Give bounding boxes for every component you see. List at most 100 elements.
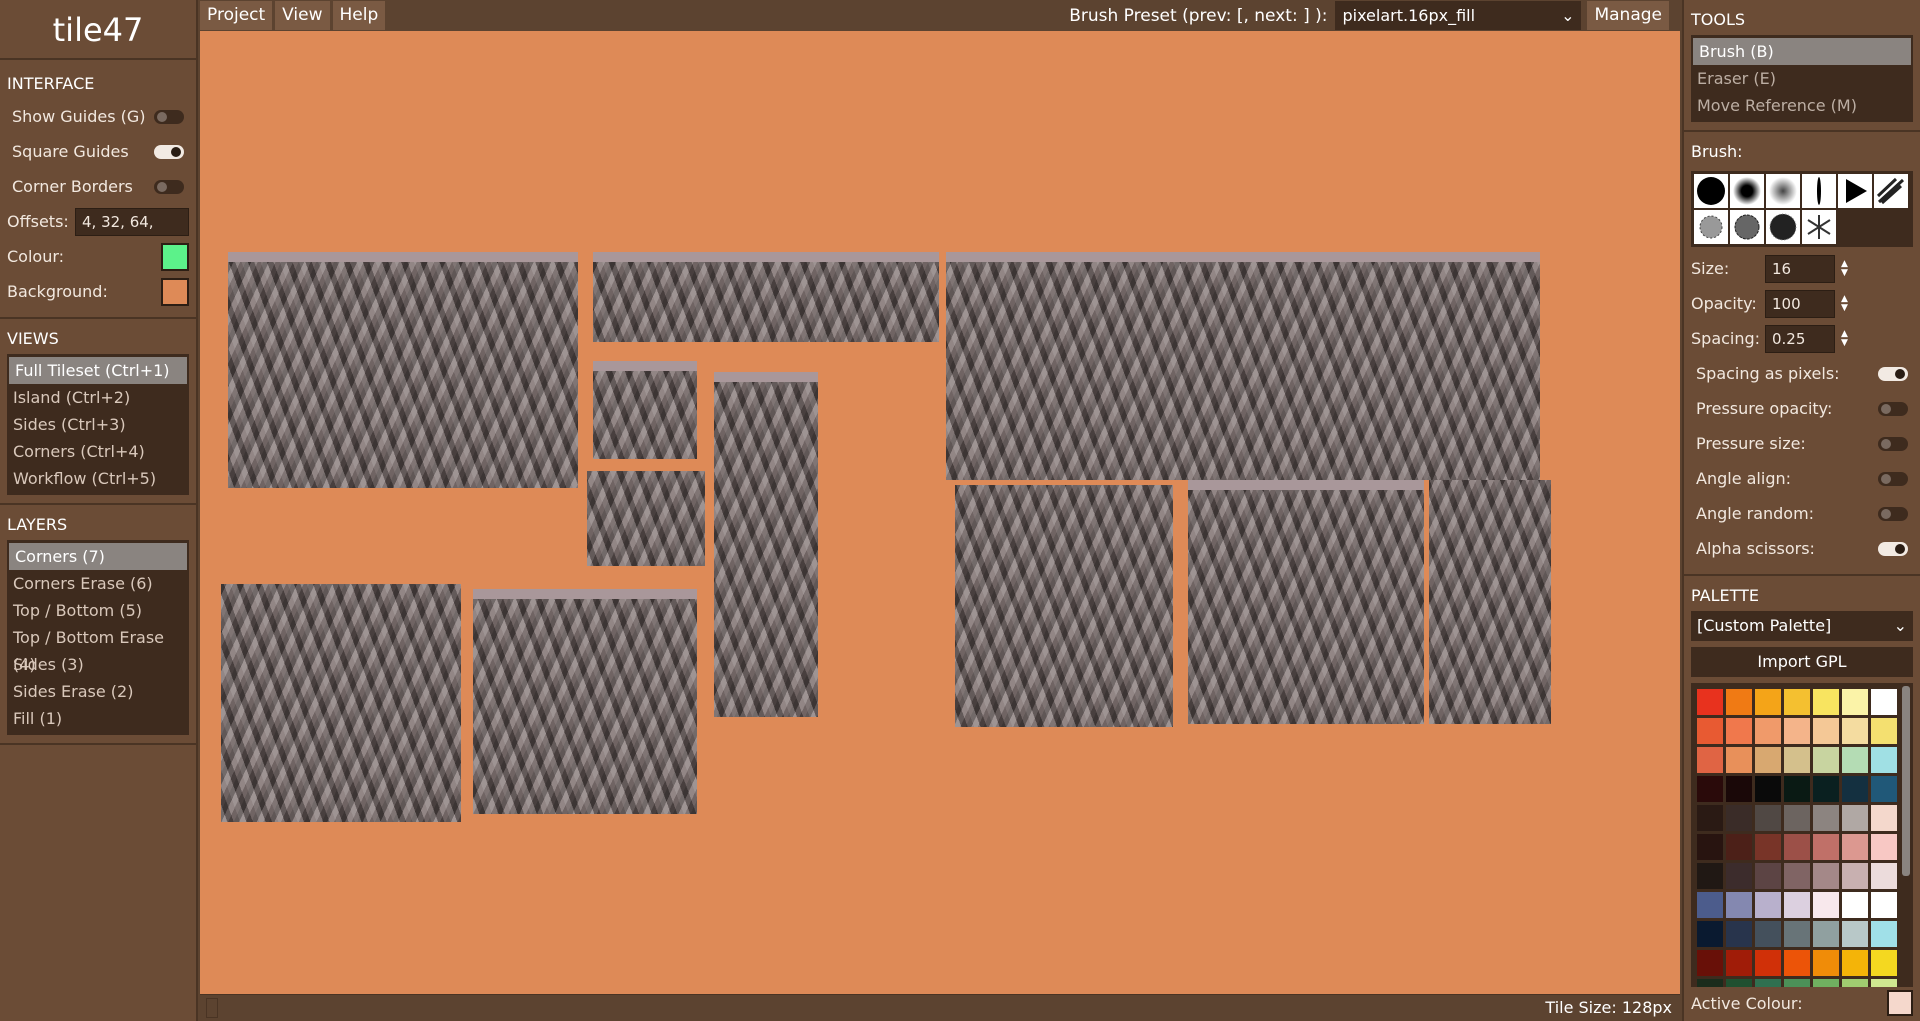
- layer-corners[interactable]: Corners (7): [9, 543, 187, 570]
- palette-colour-swatch[interactable]: [1784, 892, 1810, 918]
- pressure-size-toggle[interactable]: [1878, 436, 1908, 451]
- opacity-stepper-icon[interactable]: ▲ ▼: [1841, 294, 1848, 313]
- brush-texture-3[interactable]: [1730, 210, 1764, 244]
- view-corners[interactable]: Corners (Ctrl+4): [7, 438, 189, 465]
- palette-colour-swatch[interactable]: [1697, 834, 1723, 860]
- palette-colour-swatch[interactable]: [1697, 863, 1723, 889]
- palette-scrollbar[interactable]: [1902, 686, 1910, 876]
- palette-colour-swatch[interactable]: [1726, 718, 1752, 744]
- brush-texture-2[interactable]: [1694, 210, 1728, 244]
- palette-colour-swatch[interactable]: [1871, 689, 1897, 715]
- palette-colour-swatch[interactable]: [1813, 718, 1839, 744]
- palette-colour-swatch[interactable]: [1784, 805, 1810, 831]
- palette-colour-swatch[interactable]: [1755, 805, 1781, 831]
- palette-colour-swatch[interactable]: [1755, 950, 1781, 976]
- tool-move-reference[interactable]: Move Reference (M): [1691, 92, 1913, 119]
- palette-colour-swatch[interactable]: [1755, 718, 1781, 744]
- palette-colour-swatch[interactable]: [1697, 776, 1723, 802]
- palette-colour-swatch[interactable]: [1726, 863, 1752, 889]
- view-workflow[interactable]: Workflow (Ctrl+5): [7, 465, 189, 492]
- layer-corners-erase[interactable]: Corners Erase (6): [7, 570, 189, 597]
- spacing-pixels-toggle[interactable]: [1878, 366, 1908, 381]
- palette-colour-swatch[interactable]: [1813, 776, 1839, 802]
- spacing-input[interactable]: 0.25: [1765, 324, 1835, 353]
- offsets-input[interactable]: 4, 32, 64,: [75, 207, 189, 236]
- palette-colour-swatch[interactable]: [1697, 950, 1723, 976]
- palette-colour-swatch[interactable]: [1813, 892, 1839, 918]
- palette-colour-swatch[interactable]: [1842, 863, 1868, 889]
- palette-colour-swatch[interactable]: [1871, 921, 1897, 947]
- palette-colour-swatch[interactable]: [1726, 747, 1752, 773]
- palette-colour-swatch[interactable]: [1813, 950, 1839, 976]
- palette-colour-swatch[interactable]: [1755, 689, 1781, 715]
- palette-colour-swatch[interactable]: [1784, 747, 1810, 773]
- corner-borders-toggle[interactable]: [154, 179, 184, 194]
- angle-align-toggle[interactable]: [1878, 471, 1908, 486]
- palette-colour-swatch[interactable]: [1726, 776, 1752, 802]
- palette-colour-swatch[interactable]: [1755, 776, 1781, 802]
- palette-colour-swatch[interactable]: [1871, 805, 1897, 831]
- palette-colour-swatch[interactable]: [1784, 921, 1810, 947]
- palette-colour-swatch[interactable]: [1871, 892, 1897, 918]
- brush-preset-dropdown[interactable]: pixelart.16px_fill ⌄: [1335, 1, 1582, 30]
- layer-top-bottom-erase[interactable]: Top / Bottom Erase (4): [7, 624, 189, 674]
- palette-colour-swatch[interactable]: [1697, 718, 1723, 744]
- palette-colour-swatch[interactable]: [1726, 921, 1752, 947]
- layer-top-bottom[interactable]: Top / Bottom (5): [7, 597, 189, 624]
- palette-colour-swatch[interactable]: [1784, 950, 1810, 976]
- palette-colour-swatch[interactable]: [1697, 892, 1723, 918]
- brush-texture-5[interactable]: [1802, 210, 1836, 244]
- palette-colour-swatch[interactable]: [1755, 892, 1781, 918]
- palette-colour-swatch[interactable]: [1813, 689, 1839, 715]
- palette-colour-swatch[interactable]: [1726, 950, 1752, 976]
- brush-round-soft[interactable]: [1730, 174, 1764, 208]
- spacing-stepper-icon[interactable]: ▲ ▼: [1841, 329, 1848, 348]
- palette-colour-swatch[interactable]: [1784, 718, 1810, 744]
- brush-texture-1[interactable]: [1874, 174, 1908, 208]
- palette-colour-swatch[interactable]: [1755, 863, 1781, 889]
- palette-colour-swatch[interactable]: [1871, 950, 1897, 976]
- square-guides-toggle[interactable]: [154, 144, 184, 159]
- palette-colour-swatch[interactable]: [1697, 921, 1723, 947]
- palette-colour-swatch[interactable]: [1842, 834, 1868, 860]
- brush-texture-4[interactable]: [1766, 210, 1800, 244]
- view-island[interactable]: Island (Ctrl+2): [7, 384, 189, 411]
- layer-sides[interactable]: Sides (3): [7, 651, 189, 678]
- show-guides-toggle[interactable]: [154, 109, 184, 124]
- palette-colour-swatch[interactable]: [1697, 689, 1723, 715]
- brush-triangle[interactable]: [1838, 174, 1872, 208]
- tool-eraser[interactable]: Eraser (E): [1691, 65, 1913, 92]
- palette-colour-swatch[interactable]: [1871, 718, 1897, 744]
- palette-colour-swatch[interactable]: [1842, 718, 1868, 744]
- alpha-scissors-toggle[interactable]: [1878, 541, 1908, 556]
- brush-round-hard[interactable]: [1694, 174, 1728, 208]
- palette-dropdown[interactable]: [Custom Palette] ⌄: [1691, 611, 1913, 641]
- view-sides[interactable]: Sides (Ctrl+3): [7, 411, 189, 438]
- palette-colour-swatch[interactable]: [1871, 834, 1897, 860]
- palette-colour-swatch[interactable]: [1813, 921, 1839, 947]
- palette-colour-swatch[interactable]: [1755, 834, 1781, 860]
- palette-colour-swatch[interactable]: [1784, 776, 1810, 802]
- manage-button[interactable]: Manage: [1587, 1, 1669, 30]
- palette-colour-swatch[interactable]: [1726, 892, 1752, 918]
- brush-line[interactable]: [1802, 174, 1836, 208]
- background-colour-swatch[interactable]: [161, 277, 189, 306]
- palette-colour-swatch[interactable]: [1697, 747, 1723, 773]
- opacity-input[interactable]: 100: [1765, 289, 1835, 318]
- palette-colour-swatch[interactable]: [1842, 747, 1868, 773]
- horizontal-scrollbar[interactable]: [206, 998, 218, 1018]
- palette-colour-swatch[interactable]: [1697, 805, 1723, 831]
- pressure-opacity-toggle[interactable]: [1878, 401, 1908, 416]
- active-colour-swatch[interactable]: [1887, 990, 1913, 1016]
- palette-colour-swatch[interactable]: [1871, 747, 1897, 773]
- tool-brush[interactable]: Brush (B): [1693, 38, 1911, 65]
- guide-colour-swatch[interactable]: [161, 242, 189, 271]
- palette-colour-swatch[interactable]: [1726, 689, 1752, 715]
- palette-colour-swatch[interactable]: [1813, 747, 1839, 773]
- angle-random-toggle[interactable]: [1878, 506, 1908, 521]
- palette-colour-swatch[interactable]: [1871, 776, 1897, 802]
- palette-colour-swatch[interactable]: [1784, 834, 1810, 860]
- brush-round-airbrush[interactable]: [1766, 174, 1800, 208]
- tileset-canvas[interactable]: [200, 31, 1680, 994]
- palette-colour-swatch[interactable]: [1755, 921, 1781, 947]
